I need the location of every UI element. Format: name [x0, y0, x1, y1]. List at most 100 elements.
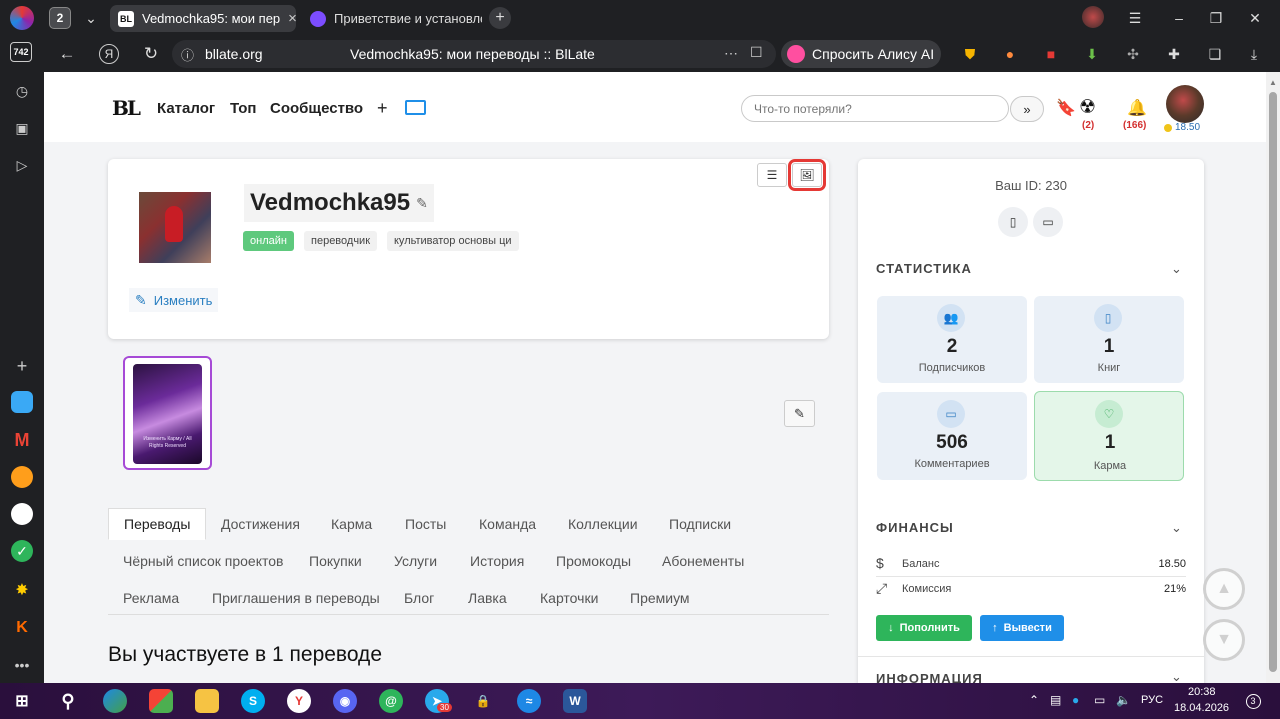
star-service-icon[interactable]: ✸: [10, 578, 34, 602]
extension-fan-icon[interactable]: ✣: [1123, 44, 1143, 64]
search-icon[interactable]: ⚲: [56, 689, 80, 713]
yandex-profile-icon[interactable]: [10, 6, 34, 30]
stats-title[interactable]: СТАТИСТИКА: [876, 261, 972, 276]
user-avatar[interactable]: [1166, 85, 1204, 123]
clock-date[interactable]: 18.04.2026: [1174, 702, 1229, 714]
stat-karma[interactable]: ♡ 1 Карма: [1034, 391, 1184, 481]
tray-app-icon[interactable]: ▤: [1050, 693, 1061, 707]
tab-achievements[interactable]: Достижения: [206, 508, 315, 540]
tab-collections[interactable]: Коллекции: [553, 508, 653, 540]
messenger-icon[interactable]: [11, 391, 33, 413]
discord-icon[interactable]: ◉: [333, 689, 357, 713]
stat-subscribers[interactable]: 👥 2 Подписчиков: [877, 296, 1027, 383]
bookmark-icon[interactable]: ☐: [750, 44, 763, 61]
search-button[interactable]: »: [1010, 96, 1044, 122]
tab-karma[interactable]: Карма: [316, 508, 387, 540]
scroll-to-bottom-button[interactable]: ▼: [1203, 619, 1245, 661]
withdraw-button[interactable]: ↑ Вывести: [980, 615, 1064, 641]
tab-cards[interactable]: Карточки: [525, 582, 613, 614]
site-logo[interactable]: BL: [112, 96, 141, 120]
language-indicator[interactable]: РУС: [1141, 694, 1163, 706]
tab-counter[interactable]: 2: [49, 7, 71, 29]
notification-center-icon[interactable]: 3: [1243, 691, 1263, 711]
nav-top[interactable]: Топ: [230, 100, 256, 117]
word-icon[interactable]: W: [563, 689, 587, 713]
message-button[interactable]: ▭: [1033, 207, 1063, 237]
topup-button[interactable]: ↓ Пополнить: [876, 615, 972, 641]
history-icon[interactable]: ◷: [10, 79, 34, 103]
list-view-button[interactable]: ☰: [757, 163, 787, 187]
tab-memberships[interactable]: Абонементы: [647, 545, 759, 577]
play-icon[interactable]: ▷: [10, 153, 34, 177]
chevron-down-icon[interactable]: ⌄: [1171, 261, 1182, 277]
extension-shield-icon[interactable]: ⛊: [960, 44, 980, 64]
edge-icon[interactable]: [103, 689, 127, 713]
check-service-icon[interactable]: ✓: [11, 540, 33, 562]
new-tab-button[interactable]: +: [489, 7, 511, 29]
tab-subscriptions[interactable]: Подписки: [654, 508, 746, 540]
minimize-icon[interactable]: –: [1168, 7, 1190, 29]
rail-counter-badge[interactable]: 742: [10, 42, 32, 62]
kinopoisk-icon[interactable]: K: [10, 616, 34, 640]
scroll-thumb[interactable]: [1269, 92, 1277, 672]
file-explorer-icon[interactable]: [195, 689, 219, 713]
tab-ads[interactable]: Реклама: [108, 582, 194, 614]
chevron-down-icon[interactable]: ⌄: [1171, 520, 1182, 536]
vpn-lock-icon[interactable]: 🔒: [471, 689, 495, 713]
extension-red-icon[interactable]: ■: [1041, 44, 1061, 64]
skype-icon[interactable]: S: [241, 689, 265, 713]
bookmark-icon[interactable]: 🔖: [1056, 98, 1076, 118]
tray-drop-icon[interactable]: ●: [1072, 693, 1079, 707]
gmail-icon[interactable]: M: [10, 428, 34, 452]
close-window-icon[interactable]: ✕: [1244, 7, 1266, 29]
volume-icon[interactable]: 🔈: [1116, 693, 1131, 707]
extension-download-icon[interactable]: ⬇: [1082, 44, 1102, 64]
extension-pill-icon[interactable]: ●: [1000, 44, 1020, 64]
extensions-puzzle-icon[interactable]: ✚: [1164, 44, 1184, 64]
tab-history[interactable]: История: [455, 545, 539, 577]
mail-icon[interactable]: @: [379, 689, 403, 713]
more-dots-icon[interactable]: ⋯: [724, 45, 738, 62]
windows-start-icon[interactable]: ⊞: [10, 689, 34, 713]
card-icon[interactable]: [405, 100, 426, 115]
stat-books[interactable]: ▯ 1 Книг: [1034, 296, 1184, 383]
tab-blacklist[interactable]: Чёрный список проектов: [108, 545, 298, 577]
app-wave-icon[interactable]: ≈: [517, 689, 541, 713]
mail-ru-icon[interactable]: [11, 466, 33, 488]
screenshot-icon[interactable]: ▣: [10, 116, 34, 140]
radiation-icon[interactable]: ☢: [1079, 96, 1096, 119]
menu-icon[interactable]: ☰: [1124, 7, 1146, 29]
site-info-icon[interactable]: ⓘ: [181, 45, 194, 64]
tray-expand-icon[interactable]: ⌃: [1029, 693, 1039, 707]
yandex-browser-icon[interactable]: Y: [287, 689, 311, 713]
edit-profile-button[interactable]: ✎ Изменить: [129, 288, 219, 312]
add-icon[interactable]: +: [377, 98, 388, 119]
scroll-to-top-button[interactable]: ▲: [1203, 568, 1245, 610]
edit-cover-button[interactable]: ✎: [784, 400, 815, 427]
download-tray-icon[interactable]: ⤓: [1244, 44, 1264, 64]
tab-active[interactable]: BL Vedmochka95: мои пер ×: [110, 5, 296, 32]
tab-premium[interactable]: Премиум: [615, 582, 705, 614]
restore-icon[interactable]: ❐: [1205, 7, 1227, 29]
ask-alice-button[interactable]: Спросить Алису AI: [781, 40, 941, 68]
chevron-down-icon[interactable]: ⌄: [80, 7, 102, 29]
store-icon[interactable]: [149, 689, 173, 713]
clock-time[interactable]: 20:38: [1188, 686, 1216, 698]
more-icon[interactable]: •••: [10, 653, 34, 677]
tab-invitations[interactable]: Приглашения в переводы: [197, 582, 395, 614]
close-icon[interactable]: ×: [288, 10, 296, 27]
tab-services[interactable]: Услуги: [379, 545, 452, 577]
profile-avatar-icon[interactable]: [1082, 6, 1104, 28]
search-input[interactable]: [741, 95, 1009, 122]
nav-catalog[interactable]: Каталог: [157, 100, 215, 117]
stat-comments[interactable]: ▭ 506 Комментариев: [877, 392, 1027, 480]
url-bar[interactable]: ⓘ bllate.org Vedmochka95: мои переводы :…: [172, 40, 776, 68]
tab-blog[interactable]: Блог: [389, 582, 449, 614]
back-arrow-icon[interactable]: ←: [55, 42, 79, 66]
book-button[interactable]: ▯: [998, 207, 1028, 237]
tab-team[interactable]: Команда: [464, 508, 551, 540]
bell-icon[interactable]: 🔔: [1127, 98, 1147, 118]
finance-title[interactable]: ФИНАНСЫ: [876, 520, 954, 535]
tab-second[interactable]: Приветствие и установле: [302, 5, 482, 32]
book-cover[interactable]: Изменить Карму / All Rights Reserved: [123, 356, 212, 470]
